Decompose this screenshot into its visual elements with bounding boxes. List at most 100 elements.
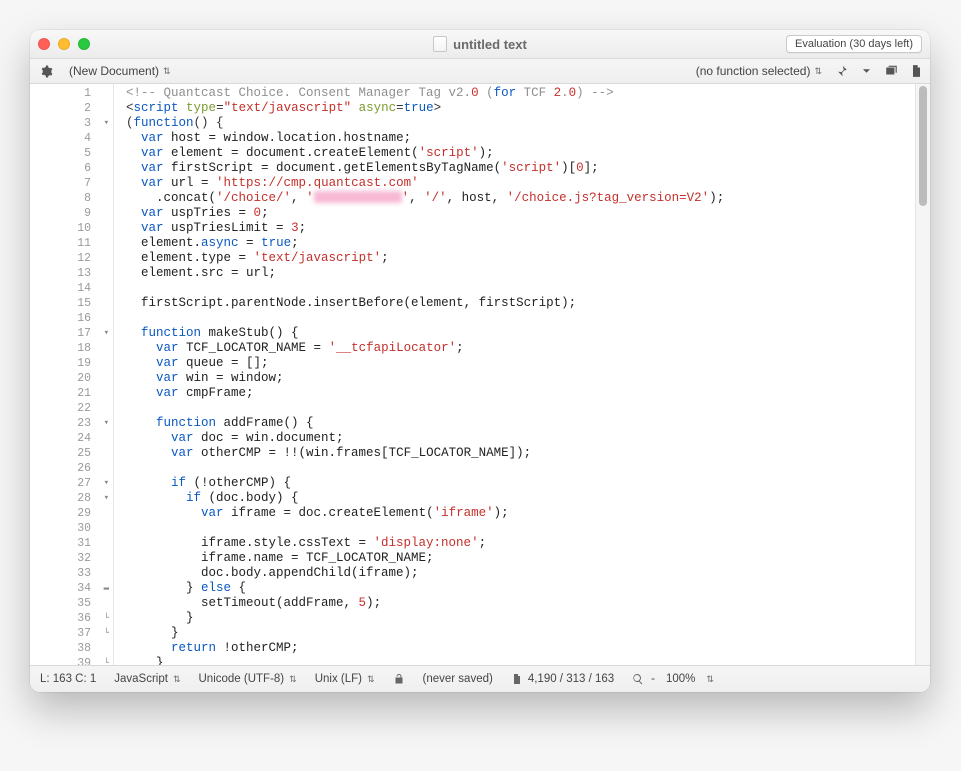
code-text: <!-- Quantcast Choice. Consent Manager T… — [126, 86, 471, 100]
fold-marker-icon[interactable]: ▾ — [104, 116, 109, 131]
line-ending-label: Unix (LF) — [315, 673, 362, 685]
document-icon — [511, 673, 523, 685]
chevron-down-icon[interactable] — [859, 64, 874, 78]
code-text: var — [141, 131, 164, 145]
line-number: 7 — [30, 176, 113, 191]
code-text: otherCMP = !!(win.frames[TCF_LOCATOR_NAM… — [194, 446, 532, 460]
code-text: ) --> — [576, 86, 614, 100]
lock-indicator[interactable] — [393, 673, 405, 685]
code-text: true — [404, 101, 434, 115]
code-text: firstScript = document.getElementsByTagN… — [164, 161, 502, 175]
line-number: 31 — [30, 536, 113, 551]
code-text: '/choice.js?tag_version=V2' — [507, 191, 710, 205]
file-icon[interactable] — [909, 64, 924, 78]
line-number-gutter[interactable]: 123▾4567891011121314151617▾181920212223▾… — [30, 84, 114, 665]
zoom-menu[interactable]: - 100% ⇅ — [632, 673, 714, 685]
code-text: ); — [366, 596, 381, 610]
encoding-menu[interactable]: Unicode (UTF-8) ⇅ — [199, 673, 297, 685]
code-text: var — [171, 446, 194, 460]
line-number: 20 — [30, 371, 113, 386]
code-text: host = window.location.hostname; — [164, 131, 412, 145]
chevron-updown-icon: ⇅ — [163, 66, 171, 77]
close-button[interactable] — [38, 38, 50, 50]
fold-marker-icon[interactable]: └ — [104, 626, 109, 641]
code-text: if — [171, 476, 186, 490]
code-text: 'script' — [419, 146, 479, 160]
fold-marker-icon[interactable]: ▬ — [104, 581, 109, 596]
fold-marker-icon[interactable]: └ — [104, 656, 109, 665]
zoom-button[interactable] — [78, 38, 90, 50]
code-text: var — [141, 176, 164, 190]
line-number: 13 — [30, 266, 113, 281]
code-text: = — [396, 101, 404, 115]
function-menu[interactable]: (no function selected) ⇅ — [692, 63, 826, 79]
scroll-thumb[interactable] — [919, 86, 927, 206]
fold-marker-icon[interactable]: ▾ — [104, 491, 109, 506]
vertical-scrollbar[interactable] — [915, 84, 930, 665]
code-text: TCF_LOCATOR_NAME = — [179, 341, 329, 355]
pin-icon[interactable] — [834, 64, 849, 78]
line-number: 26 — [30, 461, 113, 476]
code-text: doc = win.document; — [194, 431, 344, 445]
line-number: 19 — [30, 356, 113, 371]
line-number: 22 — [30, 401, 113, 416]
code-text: var — [156, 386, 179, 400]
line-ending-menu[interactable]: Unix (LF) ⇅ — [315, 673, 375, 685]
fold-marker-icon[interactable]: ▾ — [104, 476, 109, 491]
line-number: 32 — [30, 551, 113, 566]
code-text — [351, 101, 359, 115]
code-text: ; — [261, 206, 269, 220]
line-number: 35 — [30, 596, 113, 611]
code-text: for — [494, 86, 517, 100]
code-text: makeStub() { — [201, 326, 299, 340]
code-text: win = window; — [179, 371, 284, 385]
code-text: 0 — [254, 206, 262, 220]
line-number: 34▬ — [30, 581, 113, 596]
code-text: { — [231, 581, 246, 595]
line-number: 11 — [30, 236, 113, 251]
code-text: else — [201, 581, 231, 595]
line-number: 8 — [30, 191, 113, 206]
cursor-position[interactable]: L: 163 C: 1 — [40, 673, 96, 685]
code-text: element. — [141, 236, 201, 250]
evaluation-badge[interactable]: Evaluation (30 days left) — [786, 35, 922, 53]
zoom-label: 100% — [666, 673, 695, 685]
gear-icon — [40, 65, 53, 78]
code-text: var — [156, 371, 179, 385]
line-number: 23▾ — [30, 416, 113, 431]
code-text: ( — [479, 86, 494, 100]
code-area[interactable]: <!-- Quantcast Choice. Consent Manager T… — [114, 84, 915, 665]
code-text: 5 — [359, 596, 367, 610]
fold-marker-icon[interactable]: ▾ — [104, 416, 109, 431]
line-number: 28▾ — [30, 491, 113, 506]
language-menu[interactable]: JavaScript ⇅ — [114, 673, 180, 685]
fold-marker-icon[interactable]: └ — [104, 611, 109, 626]
code-text: ; — [291, 236, 299, 250]
line-number: 37└ — [30, 626, 113, 641]
code-text: doc.body.appendChild(iframe); — [201, 566, 419, 580]
fold-marker-icon[interactable]: ▾ — [104, 326, 109, 341]
line-number: 18 — [30, 341, 113, 356]
chevron-updown-icon: ⇅ — [814, 66, 822, 77]
save-status: (never saved) — [423, 673, 493, 685]
preferences-button[interactable] — [36, 64, 57, 79]
code-text: element.src = url; — [141, 266, 276, 280]
code-text: var — [141, 206, 164, 220]
minimize-button[interactable] — [58, 38, 70, 50]
code-text: var — [201, 506, 224, 520]
code-text: uspTries = — [164, 206, 254, 220]
document-stats[interactable]: 4,190 / 313 / 163 — [511, 673, 614, 685]
line-number: 2 — [30, 101, 113, 116]
line-number: 25 — [30, 446, 113, 461]
code-text: cmpFrame; — [179, 386, 254, 400]
code-text: '/choice/' — [216, 191, 291, 205]
chevron-updown-icon: ⇅ — [706, 674, 714, 685]
code-text: (!otherCMP) { — [186, 476, 291, 490]
windows-icon[interactable] — [884, 64, 899, 78]
line-number: 5 — [30, 146, 113, 161]
document-menu[interactable]: (New Document) ⇅ — [65, 63, 175, 79]
code-text: > — [434, 101, 442, 115]
line-number: 27▾ — [30, 476, 113, 491]
line-number: 4 — [30, 131, 113, 146]
chevron-updown-icon: ⇅ — [367, 674, 375, 685]
